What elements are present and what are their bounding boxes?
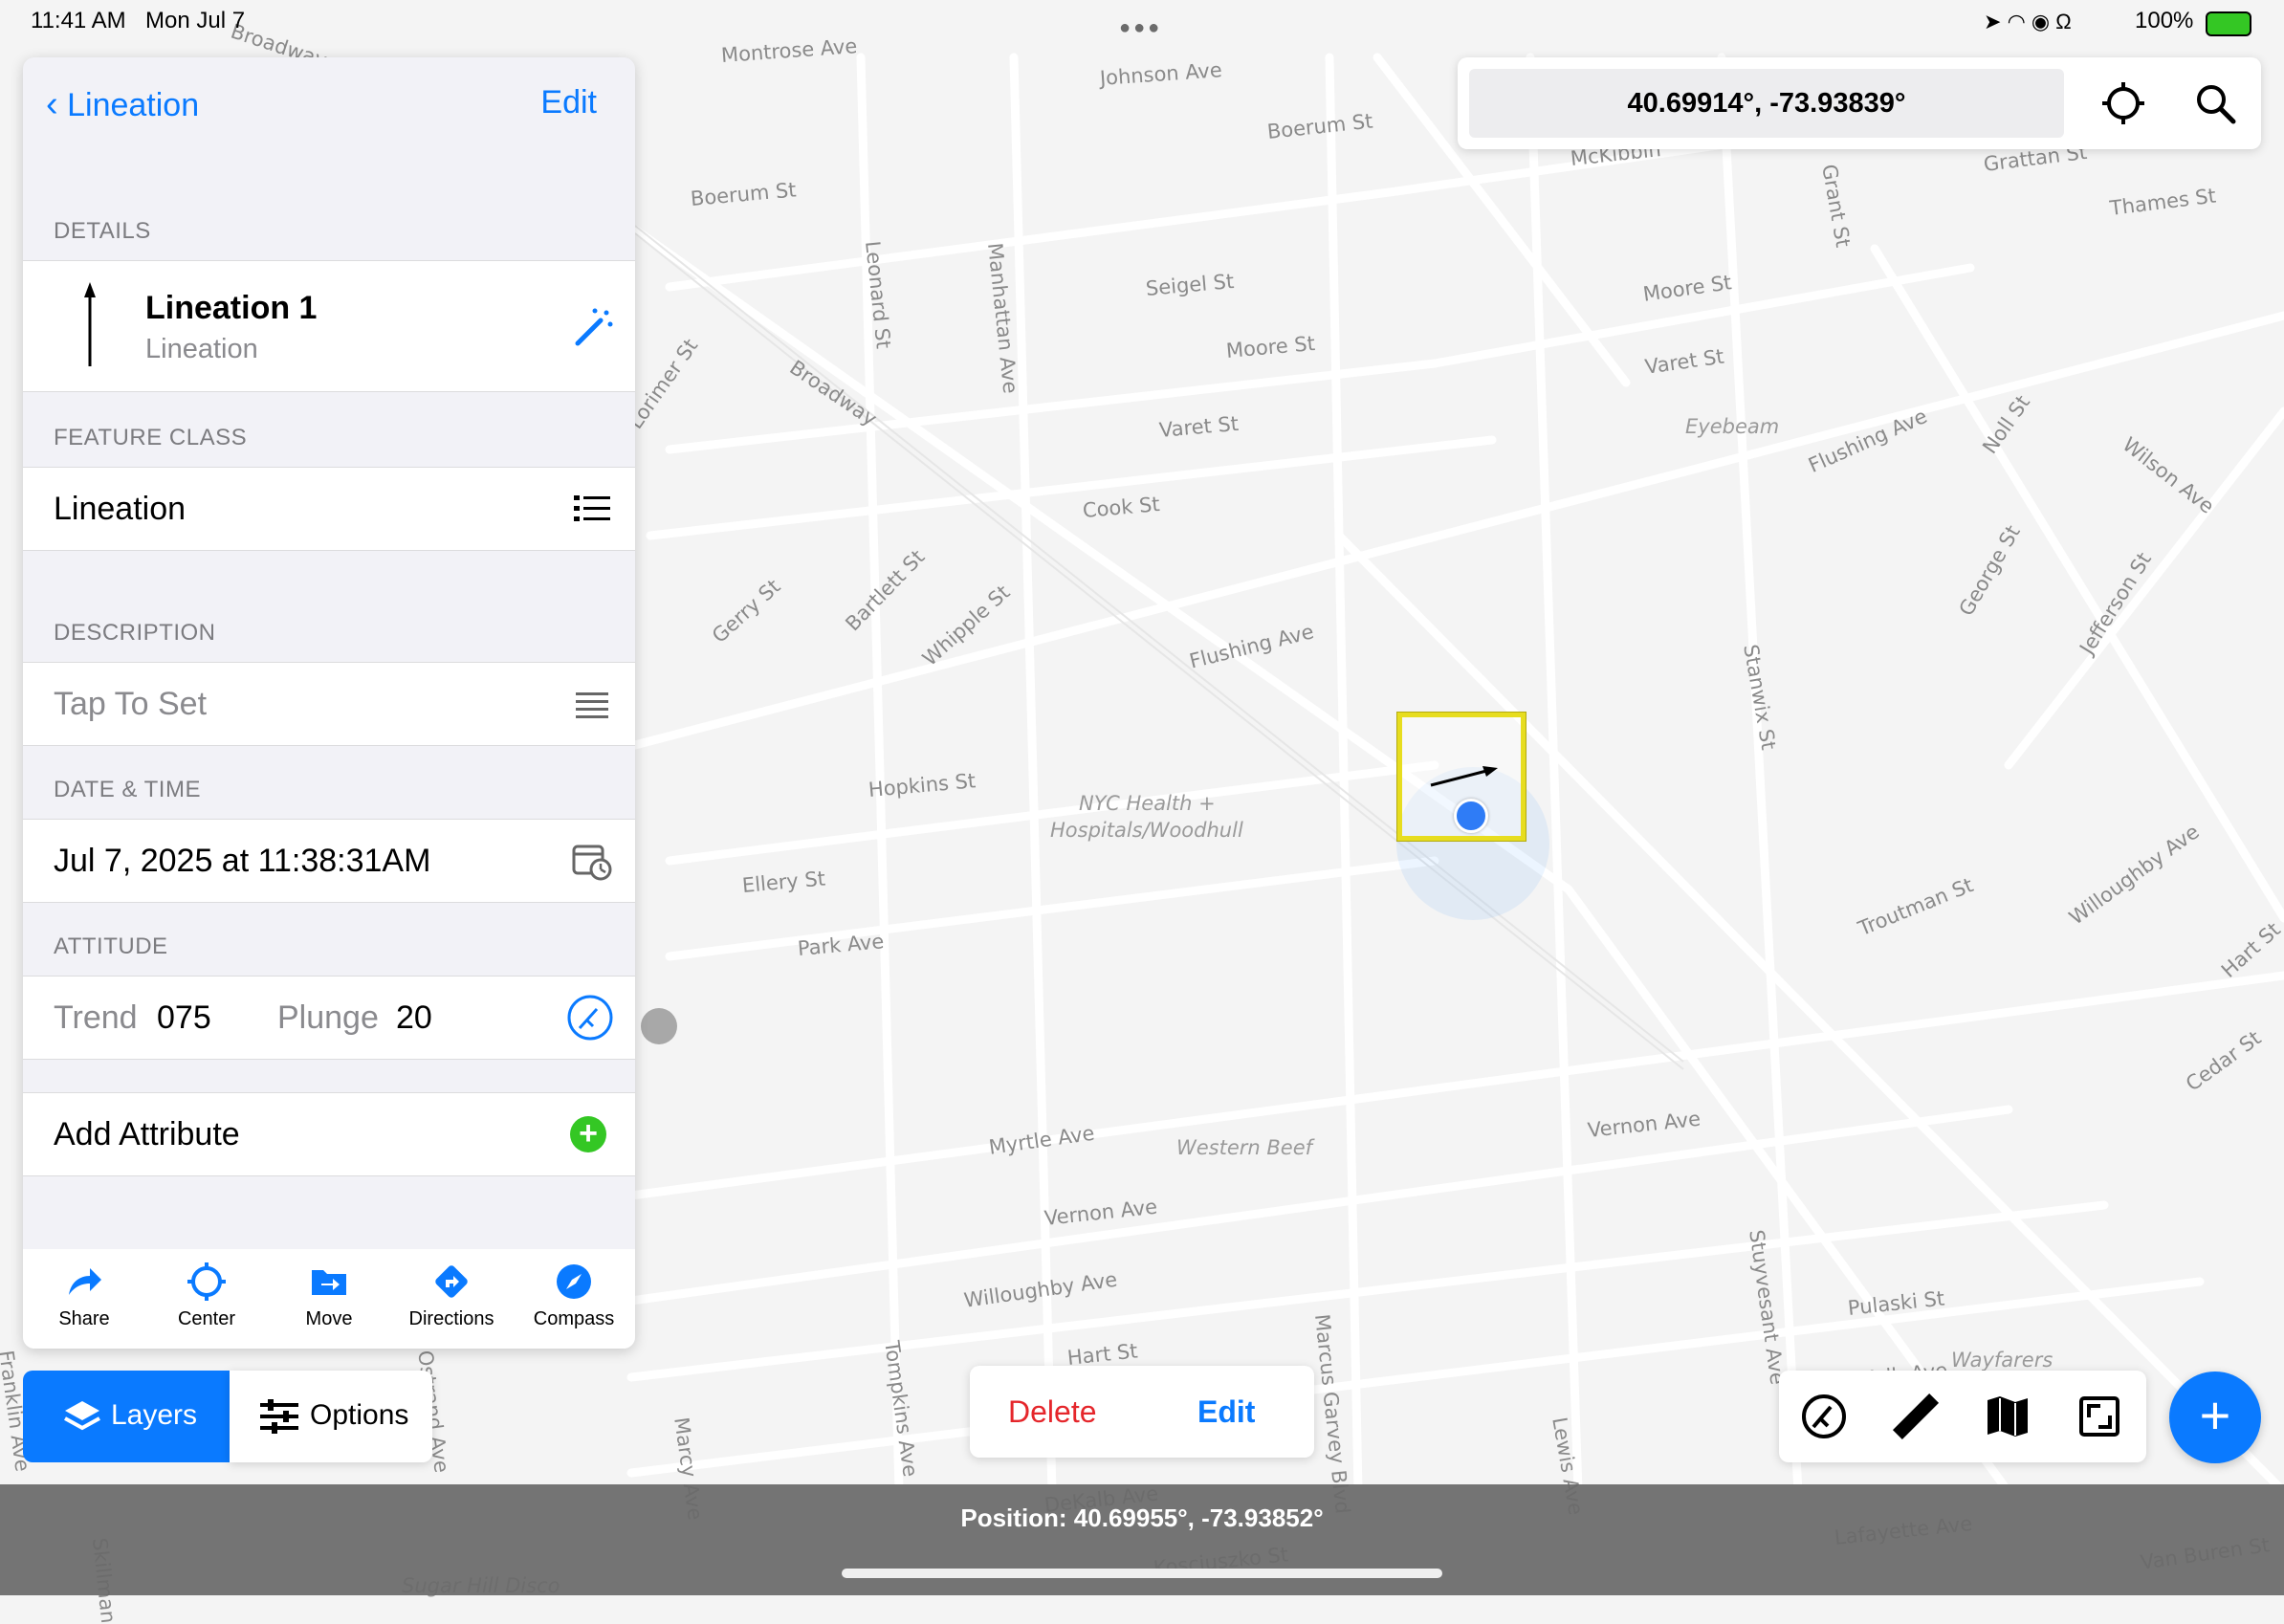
wifi-icon: ◠ xyxy=(2007,10,2026,33)
plus-icon: + xyxy=(2199,1385,2231,1445)
move-button[interactable]: Move xyxy=(268,1262,390,1330)
options-label: Options xyxy=(310,1399,409,1431)
datetime-value: Jul 7, 2025 at 11:38:31AM xyxy=(54,843,431,879)
directions-icon xyxy=(435,1265,468,1298)
extent-frame-icon[interactable] xyxy=(2079,1396,2119,1437)
map-tools-bar xyxy=(1779,1371,2146,1462)
search-icon[interactable] xyxy=(2194,82,2236,124)
user-location-dot xyxy=(1454,799,1488,833)
compass-icon xyxy=(557,1264,591,1299)
coordinate-text: 40.69914°, -73.93839° xyxy=(1627,88,1906,119)
poi-label: NYC Health + xyxy=(1079,792,1216,815)
position-bar: Position: 40.69955°, -73.93852° xyxy=(0,1484,2284,1595)
trend-label: Trend xyxy=(54,999,138,1036)
back-button-label: Lineation xyxy=(67,87,200,123)
center-crosshair-icon xyxy=(187,1262,226,1301)
description-cell[interactable]: Tap To Set xyxy=(23,662,635,746)
add-attribute-plus-icon: + xyxy=(570,1116,606,1152)
feature-detail-panel: ‹ Lineation Edit DETAILS Lineation 1 Lin… xyxy=(23,57,635,1349)
description-header: DESCRIPTION xyxy=(54,620,216,646)
panel-toolbar: Share Center Move Directions Compass xyxy=(23,1249,635,1349)
plunge-value: 20 xyxy=(396,999,432,1036)
poi-label: Eyebeam xyxy=(1685,415,1780,438)
text-lines-icon xyxy=(576,692,608,718)
compass-label: Compass xyxy=(533,1308,615,1329)
layers-label: Layers xyxy=(111,1399,198,1431)
orientation-lock-icon: ◉ xyxy=(2031,10,2051,33)
trend-value: 075 xyxy=(157,999,211,1036)
edit-feature-button[interactable]: Edit xyxy=(1197,1394,1255,1430)
add-attribute-cell[interactable]: Add Attribute + xyxy=(23,1092,635,1176)
feature-class-value: Lineation xyxy=(54,491,187,527)
move-label: Move xyxy=(305,1308,353,1329)
feature-class-header: FEATURE CLASS xyxy=(54,425,248,450)
locate-crosshair-icon[interactable] xyxy=(2100,80,2146,126)
plunge-label: Plunge xyxy=(277,999,379,1036)
multitasking-dots-icon[interactable]: ●●● xyxy=(1119,17,1162,39)
feature-action-bar: Delete Edit xyxy=(970,1366,1314,1458)
back-button[interactable]: ‹ Lineation xyxy=(46,84,199,125)
feature-class-cell[interactable]: Lineation xyxy=(23,467,635,551)
details-cell[interactable]: Lineation 1 Lineation xyxy=(23,260,635,392)
edit-button[interactable]: Edit xyxy=(540,84,597,121)
datetime-header: DATE & TIME xyxy=(54,777,201,802)
status-time: 11:41 AM xyxy=(31,8,126,33)
chevron-left-icon: ‹ xyxy=(46,84,58,124)
map-icon[interactable] xyxy=(1986,1394,2030,1438)
panel-resize-handle[interactable] xyxy=(641,1008,677,1044)
datetime-cell[interactable]: Jul 7, 2025 at 11:38:31AM xyxy=(23,819,635,903)
directions-button[interactable]: Directions xyxy=(390,1262,513,1330)
share-arrow-icon xyxy=(69,1268,101,1295)
layers-button[interactable]: Layers xyxy=(23,1371,230,1462)
lineation-symbol-icon xyxy=(84,282,96,366)
sliders-icon xyxy=(260,1399,298,1434)
share-label: Share xyxy=(58,1308,110,1329)
poi-label: Western Beef xyxy=(1176,1136,1313,1159)
add-attribute-label: Add Attribute xyxy=(54,1116,240,1152)
coordinate-search-card: 40.69914°, -73.93839° xyxy=(1458,57,2261,149)
headphones-icon: Ω xyxy=(2055,10,2072,33)
layers-icon xyxy=(64,1401,100,1431)
calendar-clock-icon[interactable] xyxy=(572,841,612,881)
battery-percent: 100% xyxy=(2135,8,2194,33)
directions-label: Directions xyxy=(408,1308,494,1329)
compass-button[interactable]: Compass xyxy=(513,1262,635,1330)
battery-icon xyxy=(2206,11,2251,36)
delete-button[interactable]: Delete xyxy=(1008,1394,1097,1430)
location-arrow-icon: ➤ xyxy=(1984,10,2002,33)
compass-measure-icon[interactable] xyxy=(566,994,614,1042)
status-icons: ➤ ◠ ◉ Ω xyxy=(1984,10,2072,34)
options-button[interactable]: Options xyxy=(230,1371,432,1462)
status-date: Mon Jul 7 xyxy=(145,8,246,33)
list-icon xyxy=(574,495,610,521)
folder-move-icon xyxy=(312,1270,346,1295)
details-header: DETAILS xyxy=(54,218,151,244)
home-indicator[interactable] xyxy=(842,1569,1442,1578)
compass-tool-icon[interactable] xyxy=(1800,1393,1848,1440)
position-text: Position: 40.69955°, -73.93852° xyxy=(960,1503,1324,1532)
add-feature-button[interactable]: + xyxy=(2169,1372,2261,1463)
share-button[interactable]: Share xyxy=(23,1262,145,1330)
poi-label: Wayfarers xyxy=(1951,1349,2053,1372)
ruler-icon[interactable] xyxy=(1892,1393,1940,1440)
center-label: Center xyxy=(177,1308,236,1329)
center-button[interactable]: Center xyxy=(145,1262,268,1330)
feature-type: Lineation xyxy=(145,334,258,364)
attitude-header: ATTITUDE xyxy=(54,933,168,959)
poi-label: Hospitals/Woodhull xyxy=(1050,819,1243,842)
attitude-cell[interactable]: Trend 075 Plunge 20 xyxy=(23,976,635,1060)
feature-name: Lineation 1 xyxy=(145,290,318,326)
description-placeholder: Tap To Set xyxy=(54,686,208,722)
magic-wand-icon[interactable] xyxy=(574,307,614,347)
